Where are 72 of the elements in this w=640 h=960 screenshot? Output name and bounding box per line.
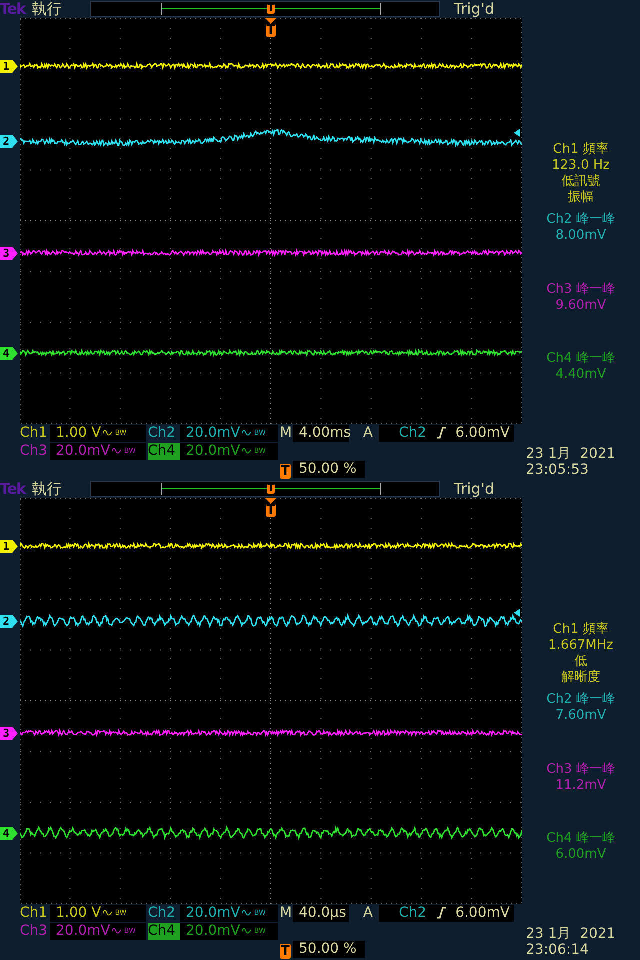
trigger-position-icon: T bbox=[280, 464, 291, 478]
date: 23 1月 2021 bbox=[526, 926, 617, 942]
channel-scale: 20.0mV bbox=[56, 923, 110, 939]
channel-label[interactable]: Ch1 bbox=[20, 424, 50, 442]
channel-scale: 20.0mV bbox=[186, 923, 240, 939]
trigger-position-icon: T bbox=[280, 944, 291, 958]
channel-scale: 20.0mV bbox=[186, 425, 240, 441]
bandwidth-wave-icon bbox=[242, 908, 252, 918]
trigger-marker: T bbox=[266, 24, 276, 37]
brand-logo: Tek bbox=[0, 0, 28, 18]
channel-marker: 3 bbox=[0, 727, 18, 740]
channel-marker: 2 bbox=[0, 135, 18, 148]
channel-label[interactable]: Ch2 bbox=[148, 424, 180, 442]
trigger-pointer-icon bbox=[265, 18, 277, 24]
bandwidth-wave-icon bbox=[112, 446, 122, 456]
trigger-level: 6.00mV bbox=[456, 905, 510, 921]
time: 23:06:14 bbox=[526, 942, 590, 958]
run-state: 執行 bbox=[32, 0, 63, 18]
channel-scale: 1.00 V bbox=[56, 425, 102, 441]
channel-marker: 2 bbox=[0, 615, 18, 628]
channel-marker: 1 bbox=[0, 60, 18, 73]
trigger-marker: T bbox=[266, 504, 276, 517]
channel-marker: 4 bbox=[0, 347, 18, 360]
bandwidth-wave-icon bbox=[103, 908, 114, 918]
channel-label[interactable]: Ch4 bbox=[148, 922, 180, 940]
measurement-readout: Ch3 峰一峰 11.2mV bbox=[546, 762, 616, 794]
channel-label[interactable]: Ch1 bbox=[20, 904, 50, 922]
bandwidth-wave-icon bbox=[242, 428, 252, 438]
measurement-readout: Ch4 峰一峰 4.40mV bbox=[546, 351, 616, 383]
channel-scale: 20.0mV bbox=[56, 443, 110, 459]
bandwidth-wave-icon bbox=[242, 446, 252, 456]
trigger-point-marker: T bbox=[266, 4, 276, 14]
trigger-source: Ch2 bbox=[399, 425, 427, 441]
trigger-status: Trig'd bbox=[454, 480, 494, 498]
channel-scale: 1.00 V bbox=[56, 905, 102, 921]
trigger-status: Trig'd bbox=[454, 0, 494, 18]
channel-scale: 20.0mV bbox=[186, 443, 240, 459]
measurement-readout: Ch2 峰一峰 8.00mV bbox=[546, 212, 616, 244]
date: 23 1月 2021 bbox=[526, 446, 617, 462]
measurement-readout: Ch2 峰一峰 7.60mV bbox=[546, 692, 616, 724]
trigger-point-marker: T bbox=[266, 484, 276, 494]
timebase-label: M bbox=[280, 425, 293, 441]
bandwidth-wave-icon bbox=[103, 428, 114, 438]
channel-marker: 4 bbox=[0, 827, 18, 840]
trigger-source: Ch2 bbox=[399, 905, 427, 921]
channel-label[interactable]: Ch2 bbox=[148, 904, 180, 922]
channel-label[interactable]: Ch4 bbox=[148, 442, 180, 460]
rising-edge-icon bbox=[436, 427, 446, 439]
channel-marker: 1 bbox=[0, 540, 18, 553]
timebase-value: 40.0µs bbox=[293, 904, 349, 922]
brand-logo: Tek bbox=[0, 480, 28, 498]
trigger-position-value: 50.00 % bbox=[293, 940, 365, 958]
timebase-label: M bbox=[280, 905, 293, 921]
channel-scale: 20.0mV bbox=[186, 905, 240, 921]
measurement-readout: Ch4 峰一峰 6.00mV bbox=[546, 831, 616, 863]
trigger-mode: A bbox=[362, 425, 374, 441]
trigger-level-icon bbox=[514, 129, 520, 137]
bandwidth-wave-icon bbox=[112, 926, 122, 936]
trigger-pointer-icon bbox=[265, 498, 277, 504]
run-state: 執行 bbox=[32, 480, 63, 498]
trigger-level-icon bbox=[514, 609, 520, 617]
trigger-mode: A bbox=[362, 905, 374, 921]
bandwidth-wave-icon bbox=[242, 926, 252, 936]
trigger-level: 6.00mV bbox=[456, 425, 510, 441]
measurement-readout: Ch3 峰一峰 9.60mV bbox=[546, 282, 616, 314]
time: 23:05:53 bbox=[526, 462, 590, 478]
timebase-value: 4.00ms bbox=[293, 424, 349, 442]
trigger-position-value: 50.00 % bbox=[293, 460, 365, 478]
measurement-readout: Ch1 頻率 123.0 Hz 低訊號 振幅 bbox=[552, 142, 610, 206]
measurement-readout: Ch1 頻率 1.667MHz 低 解晰度 bbox=[548, 622, 614, 686]
rising-edge-icon bbox=[436, 907, 446, 919]
channel-marker: 3 bbox=[0, 247, 18, 260]
